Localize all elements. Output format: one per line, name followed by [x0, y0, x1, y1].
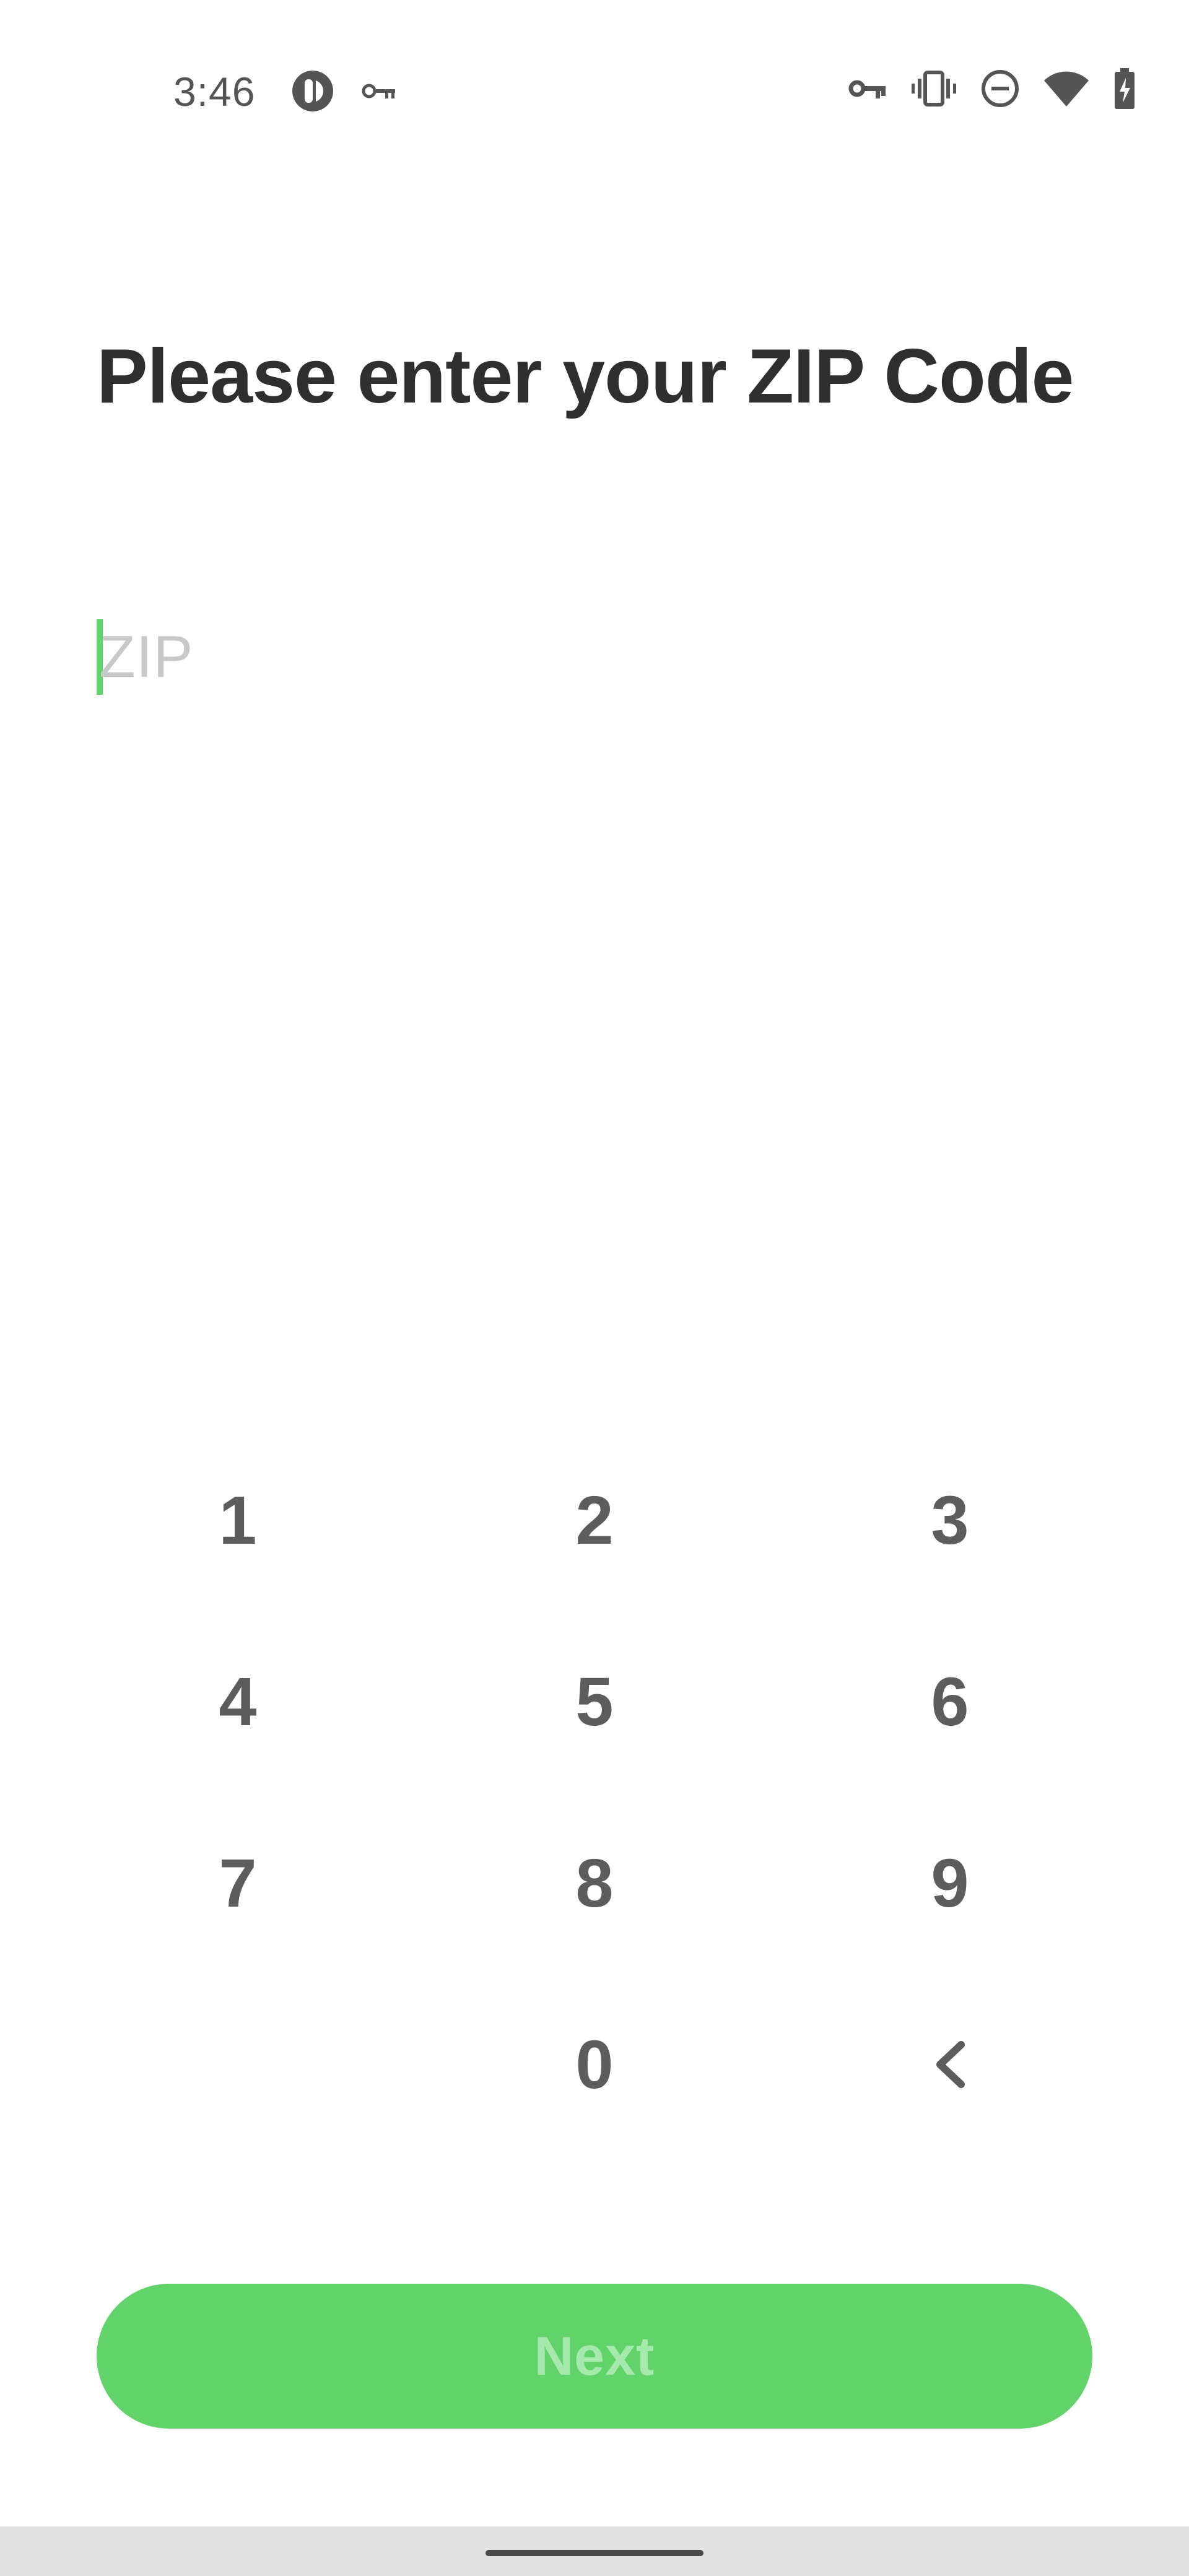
- vpn-key-icon: [848, 76, 887, 102]
- next-button[interactable]: Next: [97, 2284, 1092, 2429]
- keypad-key-1[interactable]: 1: [145, 1449, 331, 1591]
- navigation-bar: [0, 2526, 1189, 2576]
- numeric-keypad: 1 2 3 4 5 6 7 8 9 0: [0, 1449, 1189, 2174]
- backspace-chevron-icon: [931, 2040, 969, 2089]
- keypad-key-2[interactable]: 2: [502, 1449, 687, 1591]
- battery-charging-icon: [1113, 68, 1136, 109]
- backspace-button[interactable]: [857, 1993, 1043, 2136]
- keypad-key-7[interactable]: 7: [145, 1812, 331, 1954]
- next-button-label: Next: [534, 2325, 655, 2387]
- keypad-key-6[interactable]: 6: [857, 1630, 1043, 1773]
- zip-placeholder: ZIP: [99, 624, 194, 690]
- page-title: Please enter your ZIP Code: [97, 334, 1074, 419]
- keypad-key-5[interactable]: 5: [502, 1630, 687, 1773]
- status-right-icons: [848, 68, 1136, 109]
- keypad-key-8[interactable]: 8: [502, 1812, 687, 1954]
- status-bar: 3:46: [0, 0, 1189, 186]
- keypad-key-9[interactable]: 9: [857, 1812, 1043, 1954]
- vibrate-icon: [912, 70, 956, 107]
- do-not-disturb-icon: [981, 69, 1019, 108]
- zip-input[interactable]: ZIP: [97, 619, 840, 695]
- keypad-key-0[interactable]: 0: [502, 1993, 687, 2136]
- home-gesture-handle[interactable]: [486, 2550, 703, 2556]
- wifi-icon: [1044, 71, 1089, 107]
- status-left-icons: [291, 69, 396, 113]
- status-time: 3:46: [173, 69, 256, 115]
- app-notification-icon: [291, 69, 334, 113]
- keypad-key-3[interactable]: 3: [857, 1449, 1043, 1591]
- keypad-key-4[interactable]: 4: [145, 1630, 331, 1773]
- key-icon: [362, 80, 396, 102]
